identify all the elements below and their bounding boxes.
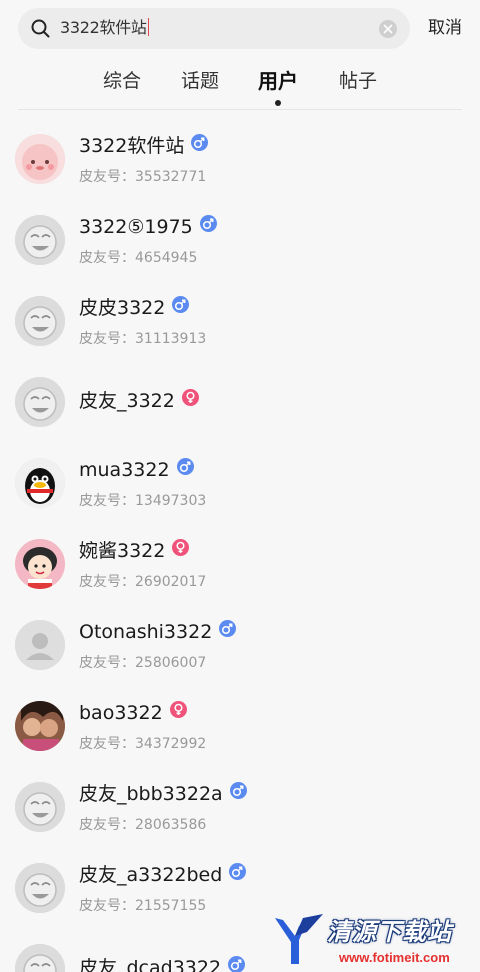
user-name-text: 3322⑤1975: [79, 216, 193, 238]
female-icon: [169, 701, 187, 718]
avatar[interactable]: [15, 782, 65, 832]
tab-bar: 综合 话题 用户 帖子: [0, 62, 480, 106]
user-row[interactable]: mua3322 皮友号：13497303: [0, 442, 480, 523]
female-icon: [181, 389, 199, 406]
active-tab-indicator: [275, 100, 281, 106]
watermark-url: www.fotimeit.com: [339, 950, 450, 965]
male-icon: [229, 782, 247, 799]
watermark: 清源下载站 www.fotimeit.com: [273, 908, 473, 972]
user-row[interactable]: 皮友_bbb3322a 皮友号：28063586: [0, 766, 480, 847]
search-bar[interactable]: 3322软件站: [18, 8, 410, 49]
watermark-logo-icon: [275, 914, 323, 964]
clear-icon[interactable]: [379, 20, 397, 38]
divider: [18, 109, 462, 110]
user-name-text: 皮皮3322: [79, 297, 166, 319]
watermark-title: 清源下载站: [327, 918, 452, 946]
avatar[interactable]: [15, 863, 65, 913]
male-icon: [228, 956, 246, 972]
user-name-text: 皮友_3322: [79, 390, 175, 412]
user-name: 皮友_a3322bed: [79, 863, 247, 887]
search-icon: [31, 19, 50, 38]
user-id: 皮友号：28063586: [79, 817, 207, 833]
cancel-button[interactable]: 取消: [428, 17, 462, 39]
user-row[interactable]: bao3322 皮友号：34372992: [0, 685, 480, 766]
user-name-text: bao3322: [79, 702, 163, 724]
user-row[interactable]: 皮皮3322 皮友号：31113913: [0, 280, 480, 361]
user-name: 皮友_dcad3322: [79, 956, 246, 972]
user-id: 皮友号：26902017: [79, 574, 207, 590]
tab-users[interactable]: 用户: [258, 68, 298, 94]
user-row[interactable]: Otonashi3322 皮友号：25806007: [0, 604, 480, 685]
male-icon: [199, 215, 217, 232]
male-icon: [229, 863, 247, 880]
user-name: 皮友_3322: [79, 389, 199, 413]
avatar[interactable]: [15, 296, 65, 346]
avatar[interactable]: [15, 215, 65, 265]
user-name-text: 皮友_a3322bed: [79, 864, 223, 886]
male-icon: [172, 296, 190, 313]
avatar[interactable]: [15, 377, 65, 427]
male-icon: [176, 458, 194, 475]
user-name: 3322软件站: [79, 134, 209, 158]
user-row[interactable]: 婉酱3322 皮友号：26902017: [0, 523, 480, 604]
user-id: 皮友号：13497303: [79, 493, 207, 509]
user-name-text: Otonashi3322: [79, 621, 213, 643]
male-icon: [191, 134, 209, 151]
male-icon: [219, 620, 237, 637]
user-row[interactable]: 皮友_3322: [0, 361, 480, 442]
user-name-text: 婉酱3322: [79, 540, 166, 562]
user-id: 皮友号：31113913: [79, 331, 207, 347]
user-name: bao3322: [79, 701, 187, 725]
text-cursor: [147, 18, 150, 36]
user-id: 皮友号：25806007: [79, 655, 207, 671]
user-row[interactable]: 3322软件站皮友号：35532771: [0, 118, 480, 199]
user-name: 婉酱3322: [79, 539, 190, 563]
avatar[interactable]: [15, 539, 65, 589]
user-name: 皮皮3322: [79, 296, 190, 320]
search-input[interactable]: 3322软件站: [60, 17, 150, 39]
user-name-text: mua3322: [79, 459, 170, 481]
user-name: 皮友_bbb3322a: [79, 782, 247, 806]
user-id: 皮友号：34372992: [79, 736, 207, 752]
avatar[interactable]: [15, 134, 65, 184]
tab-general[interactable]: 综合: [103, 68, 141, 94]
user-name-text: 3322软件站: [79, 135, 185, 157]
avatar[interactable]: [15, 458, 65, 508]
user-name: mua3322: [79, 458, 194, 482]
user-row[interactable]: 3322⑤1975 皮友号：4654945: [0, 199, 480, 280]
tab-posts[interactable]: 帖子: [339, 68, 377, 94]
user-id: 皮友号：35532771: [79, 169, 207, 185]
avatar[interactable]: [15, 701, 65, 751]
user-name-text: 皮友_bbb3322a: [79, 783, 223, 805]
avatar[interactable]: [15, 620, 65, 670]
tab-topics[interactable]: 话题: [181, 68, 219, 94]
user-name: Otonashi3322: [79, 620, 237, 644]
user-id: 皮友号：21557155: [79, 898, 207, 914]
user-id: 皮友号：4654945: [79, 250, 198, 266]
user-name-text: 皮友_dcad3322: [79, 957, 222, 972]
female-icon: [172, 539, 190, 556]
user-name: 3322⑤1975: [79, 215, 217, 239]
avatar[interactable]: [15, 944, 65, 972]
